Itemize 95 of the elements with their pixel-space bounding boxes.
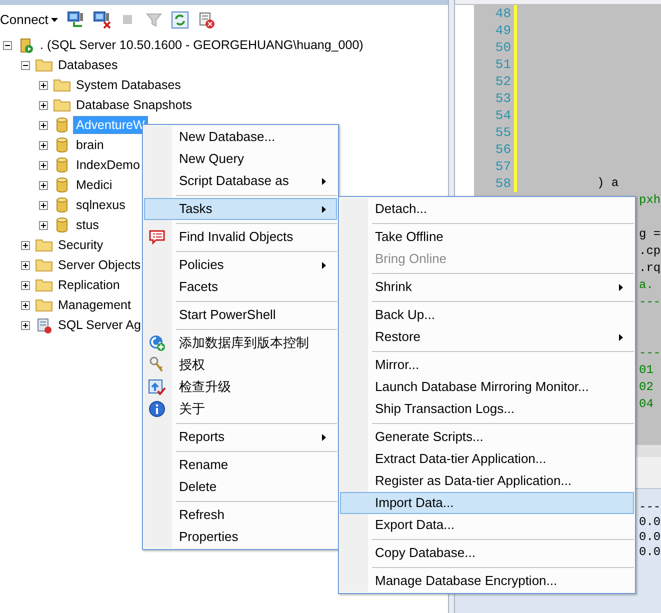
refresh-icon[interactable] — [170, 10, 190, 30]
code-text: a. — [639, 278, 654, 292]
menu-item[interactable]: Launch Database Mirroring Monitor... — [340, 376, 634, 398]
expand-icon[interactable] — [39, 80, 48, 90]
tree-item[interactable]: sqlnexus — [73, 196, 128, 214]
menu-item[interactable]: Tasks — [144, 198, 337, 220]
line-number: 48 — [495, 6, 511, 21]
code-text: .cp — [639, 244, 661, 258]
menu-item[interactable]: Shrink — [340, 276, 634, 298]
code-text: pxh — [639, 193, 661, 207]
menu-item[interactable]: Export Data... — [340, 514, 634, 536]
expand-icon[interactable] — [21, 320, 30, 330]
menu-item[interactable]: 检查升级 — [144, 376, 337, 398]
menu-item[interactable]: Manage Database Encryption... — [340, 570, 634, 592]
expand-icon[interactable] — [39, 200, 48, 210]
expand-icon[interactable] — [21, 280, 30, 290]
menu-item[interactable]: Register as Data-tier Application... — [340, 470, 634, 492]
comment-icon — [148, 228, 166, 246]
tree-item[interactable]: Security — [55, 236, 106, 254]
menu-item[interactable]: Extract Data-tier Application... — [340, 448, 634, 470]
line-number: 50 — [495, 40, 511, 55]
tree-item[interactable]: Databases — [55, 56, 121, 74]
menu-item[interactable]: 授权 — [144, 354, 337, 376]
menu-item[interactable]: Copy Database... — [340, 542, 634, 564]
line-number: 58 — [495, 176, 511, 191]
expand-icon[interactable] — [39, 120, 48, 130]
menu-item[interactable]: Properties — [144, 526, 337, 548]
menu-item[interactable]: 关于 — [144, 398, 337, 420]
tree-item[interactable]: brain — [73, 136, 107, 154]
menu-item[interactable]: New Query — [144, 148, 337, 170]
line-number: 56 — [495, 142, 511, 157]
upgrade-icon — [148, 378, 166, 396]
expand-icon[interactable] — [39, 140, 48, 150]
add-icon — [148, 334, 166, 352]
result-cell: 0.0 — [639, 530, 661, 544]
expand-icon[interactable] — [21, 300, 30, 310]
agent-icon — [35, 316, 53, 334]
line-number: 52 — [495, 74, 511, 89]
line-number: 49 — [495, 23, 511, 38]
menu-item[interactable]: Refresh — [144, 504, 337, 526]
collapse-icon[interactable] — [21, 60, 30, 70]
menu-item[interactable]: Delete — [144, 476, 337, 498]
code-text: g = — [639, 227, 661, 241]
tree-item[interactable]: Management — [55, 296, 134, 314]
code-text: ) a — [597, 176, 619, 190]
code-text: 02 — [639, 380, 654, 394]
connect-button[interactable]: Connect — [0, 9, 60, 31]
code-text: 01 — [639, 363, 654, 377]
collapse-icon[interactable] — [3, 40, 12, 50]
code-text: 04 — [639, 397, 654, 411]
line-number: 51 — [495, 57, 511, 72]
expand-icon[interactable] — [39, 180, 48, 190]
tree-item[interactable]: IndexDemo — [73, 156, 143, 174]
tree-item[interactable]: Replication — [55, 276, 123, 294]
line-number: 53 — [495, 91, 511, 106]
menu-item[interactable]: Find Invalid Objects — [144, 226, 337, 248]
menu-item[interactable]: Mirror... — [340, 354, 634, 376]
code-text: --- — [639, 295, 661, 309]
tree-item[interactable]: stus — [73, 216, 102, 234]
caret-icon — [51, 18, 58, 22]
info-icon — [148, 400, 166, 418]
menu-item[interactable]: Reports — [144, 426, 337, 448]
expand-icon[interactable] — [21, 260, 30, 270]
tree-item[interactable]: System Databases — [73, 76, 184, 94]
menu-item[interactable]: 添加数据库到版本控制 — [144, 332, 337, 354]
tree-item[interactable]: Database Snapshots — [73, 96, 196, 114]
line-number: 55 — [495, 125, 511, 140]
result-cell: --- — [639, 500, 661, 514]
tree-item[interactable]: SQL Server Ag — [55, 316, 144, 334]
menu-item[interactable]: Facets — [144, 276, 337, 298]
menu-item[interactable]: Policies — [144, 254, 337, 276]
menu-item[interactable]: Detach... — [340, 198, 634, 220]
tree-item[interactable]: . (SQL Server 10.50.1600 - GEORGEHUANG\huang_000) — [37, 36, 366, 54]
tree-item[interactable]: Server Objects — [55, 256, 144, 274]
result-cell: 0.0 — [639, 545, 661, 559]
menu-item[interactable]: Take Offline — [340, 226, 634, 248]
tree-item[interactable]: Medici — [73, 176, 116, 194]
expand-icon[interactable] — [39, 220, 48, 230]
menu-item[interactable]: Back Up... — [340, 304, 634, 326]
disconnect-icon[interactable] — [92, 10, 112, 30]
menu-item[interactable]: Rename — [144, 454, 337, 476]
code-text: .rq — [639, 261, 661, 275]
line-number: 54 — [495, 108, 511, 123]
line-number: 57 — [495, 159, 511, 174]
menu-item[interactable]: Script Database as — [144, 170, 337, 192]
menu-item[interactable]: Restore — [340, 326, 634, 348]
menu-item[interactable]: Ship Transaction Logs... — [340, 398, 634, 420]
expand-icon[interactable] — [39, 100, 48, 110]
code-text: --- — [639, 346, 661, 360]
result-cell: 0.0 — [639, 515, 661, 529]
expand-icon[interactable] — [39, 160, 48, 170]
menu-item[interactable]: Start PowerShell — [144, 304, 337, 326]
menu-item[interactable]: Generate Scripts... — [340, 426, 634, 448]
expand-icon[interactable] — [21, 240, 30, 250]
menu-item[interactable]: Import Data... — [340, 492, 634, 514]
